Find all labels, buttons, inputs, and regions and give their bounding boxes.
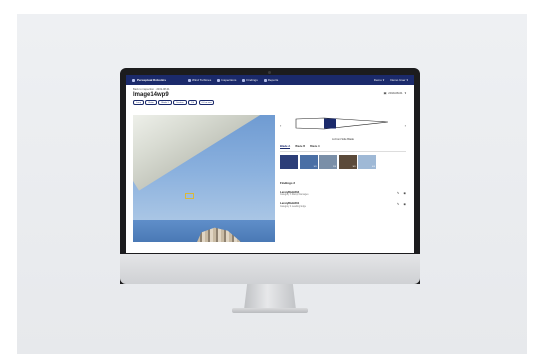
inspection-image[interactable]	[133, 115, 275, 242]
blade-label: A-Front Side Blade	[332, 138, 354, 141]
tab-blade-b[interactable]: Blade B	[295, 144, 305, 149]
tab-blade-a[interactable]: Blade A	[280, 144, 291, 149]
turbine-icon	[188, 78, 192, 82]
blade-shape[interactable]	[294, 115, 390, 133]
tag-list: Lorry Rotor Blade 1 Suction 1/4 0.0 m ro…	[133, 100, 407, 106]
logo-icon	[132, 78, 135, 82]
calendar-icon: ▣	[383, 91, 387, 95]
search-icon	[242, 78, 246, 82]
thumbnail-label: 4/4	[371, 165, 375, 168]
thumbnail[interactable]: 4/4	[358, 154, 376, 169]
tag-chip[interactable]: Lorry	[133, 100, 144, 106]
tab-blade-c[interactable]: Blade C	[310, 144, 320, 149]
report-icon	[263, 78, 267, 82]
thumbnail[interactable]	[280, 154, 298, 169]
chevron-left-icon[interactable]: ‹	[280, 123, 281, 128]
nav-label: Inspections	[221, 78, 237, 82]
findings-count-badge: 2	[293, 180, 296, 185]
main-content: Back to inspection · 2019-08-01 Image14w…	[126, 85, 414, 253]
thumbnail[interactable]: 3/4	[338, 154, 357, 169]
brand-name: Perceptual Robotics	[137, 78, 167, 82]
top-nav: Perceptual Robotics Wind Turbines Inspec…	[126, 75, 414, 85]
thumbnail[interactable]: 2/4	[319, 154, 337, 169]
tag-chip[interactable]: 0.0 m root	[198, 100, 215, 106]
app-screen: Perceptual Robotics Wind Turbines Inspec…	[126, 75, 414, 253]
finding-item[interactable]: LeroiyRuki234 Category 3 Ramp Damages ✎ …	[280, 190, 406, 197]
date-value: 2019-08-01	[388, 91, 403, 95]
nav-demo[interactable]: Demo ▾	[374, 78, 385, 82]
monitor-stand	[244, 284, 296, 310]
date-picker[interactable]: ▣ 2019-08-01 ▾	[384, 91, 406, 95]
brand-logo[interactable]: Perceptual Robotics	[132, 78, 166, 82]
nav-label: Findings	[246, 78, 258, 82]
chevron-right-icon[interactable]: ›	[405, 123, 406, 128]
chevron-down-icon: ▾	[404, 91, 406, 95]
monitor-chin	[120, 254, 420, 284]
tag-chip[interactable]: Suction	[173, 100, 187, 106]
finding-name: LeroiyRuki231	[280, 201, 300, 205]
finding-name: LeroiyRuki234	[280, 189, 300, 194]
thumbnail-strip: 1/4 2/4 3/4 4/4	[280, 154, 406, 169]
finding-category: Category 4 Leading Edge	[280, 205, 307, 208]
side-panel: ‹ › A-Front Side Blade Blade A Blade B B…	[280, 115, 406, 245]
thumbnail-label: 1/4	[313, 165, 317, 168]
finding-text: LeroiyRuki234 Category 3 Ramp Damages	[280, 190, 393, 197]
breadcrumb[interactable]: Back to inspection · 2019-08-01	[133, 88, 407, 91]
chevron-down-icon: ▾	[382, 78, 385, 82]
blade-diagram: ‹ ›	[280, 115, 406, 137]
nav-label: Reports	[267, 78, 279, 82]
finding-text: LeroiyRuki231 Category 4 Leading Edge	[280, 201, 393, 208]
nav-label: Demo	[373, 78, 382, 82]
nav-findings[interactable]: Findings	[242, 78, 258, 82]
chevron-down-icon: ▾	[406, 78, 408, 82]
nav-inspections[interactable]: Inspections	[217, 78, 236, 82]
nav-label: Wind Turbines	[192, 78, 212, 82]
tag-chip[interactable]: 1/4	[188, 100, 198, 106]
camera-dot	[268, 71, 271, 74]
findings-title: Findings	[280, 180, 293, 185]
turbine-blade	[133, 115, 275, 191]
tag-chip[interactable]: Blade 1	[158, 100, 172, 106]
monitor-foot	[232, 308, 308, 313]
edit-icon[interactable]: ✎	[397, 191, 400, 195]
edit-icon[interactable]: ✎	[397, 202, 400, 206]
blade-tabs: Blade A Blade B Blade C	[280, 144, 406, 152]
thumbnail-label: 3/4	[352, 165, 356, 168]
user-name: Demo User	[390, 78, 406, 82]
inspection-icon	[217, 78, 221, 82]
thumbnail-label: 2/4	[332, 165, 336, 168]
nav-wind-turbines[interactable]: Wind Turbines	[188, 78, 211, 82]
finding-item[interactable]: LeroiyRuki231 Category 4 Leading Edge ✎ …	[280, 201, 406, 208]
finding-category: Category 3 Ramp Damages	[280, 194, 309, 196]
findings-heading: Findings 2	[280, 181, 406, 185]
tag-chip[interactable]: Rotor	[145, 100, 157, 106]
nav-reports[interactable]: Reports	[263, 78, 279, 82]
view-icon[interactable]: ◉	[403, 202, 406, 206]
view-icon[interactable]: ◉	[403, 191, 406, 195]
thumbnail[interactable]: 1/4	[299, 154, 318, 169]
damage-marker[interactable]	[185, 193, 194, 199]
user-menu[interactable]: Demo User ▾	[390, 78, 408, 82]
page-title: Image14wp9	[133, 92, 169, 98]
